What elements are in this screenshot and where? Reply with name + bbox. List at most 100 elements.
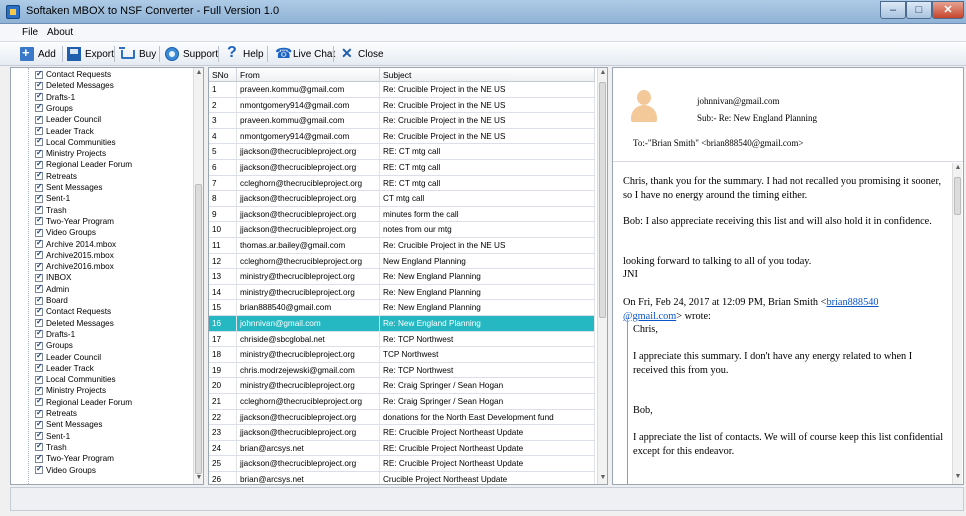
table-row[interactable]: 3 praveen.kommu@gmail.com Re: Crucible Pro… — [209, 113, 595, 129]
export-button[interactable]: Export — [64, 44, 117, 64]
table-row[interactable]: 26 brian@arcsys.net Crucible Project North… — [209, 472, 595, 484]
table-row[interactable]: 5 jjackson@thecrucibleproject.org RE: CT m… — [209, 144, 595, 160]
folder-item[interactable]: Deleted Messages — [35, 317, 114, 329]
folder-item[interactable]: Admin — [35, 283, 69, 295]
preview-scrollbar[interactable]: ▲ ▼ — [952, 163, 962, 484]
folder-item[interactable]: Ministry Projects — [35, 148, 106, 159]
header-sno[interactable]: SNo — [209, 68, 237, 82]
folder-checkbox[interactable] — [35, 362, 43, 373]
folder-checkbox[interactable] — [35, 317, 43, 328]
folder-item[interactable]: Retreats — [35, 170, 77, 182]
folder-item[interactable]: Sent Messages — [35, 182, 102, 193]
folder-checkbox[interactable] — [35, 182, 43, 192]
folder-item[interactable]: Two-Year Program — [35, 215, 114, 227]
help-button[interactable]: Help — [222, 44, 267, 64]
folder-checkbox[interactable] — [35, 159, 43, 169]
table-row[interactable]: 6 jjackson@thecrucibleproject.org RE: CT m… — [209, 160, 595, 176]
table-row[interactable]: 9 jjackson@thecrucibleproject.org minutes … — [209, 206, 595, 223]
table-row[interactable]: 20 ministry@thecrucibleproject.org Re: Cra… — [209, 378, 595, 394]
table-row[interactable]: 10 jjackson@thecrucibleproject.org notes f… — [209, 222, 595, 238]
folder-item[interactable]: Leader Council — [35, 114, 101, 125]
scroll-up-icon[interactable]: ▲ — [195, 69, 203, 77]
support-button[interactable]: Support — [162, 44, 221, 64]
folder-item[interactable]: Drafts-1 — [35, 328, 75, 340]
table-row[interactable]: 24 brian@arcsys.net RE: Crucible Project N… — [209, 440, 595, 457]
table-row[interactable]: 2 nmontgomery914@gmail.com Re: Crucible Pr… — [209, 97, 595, 114]
folder-item[interactable]: Contact Requests — [35, 69, 111, 80]
folder-item[interactable]: Archive 2014.mbox — [35, 238, 116, 250]
table-row[interactable]: 11 thomas.ar.bailey@gmail.com Re: Crucible… — [209, 238, 595, 254]
folder-item[interactable]: Sent-1 — [35, 430, 70, 442]
table-row[interactable]: 14 ministry@thecrucibleproject.org Re: New… — [209, 284, 595, 301]
folder-checkbox[interactable] — [35, 114, 43, 124]
folder-item[interactable]: Leader Track — [35, 125, 94, 137]
folder-item[interactable]: Contact Requests — [35, 306, 111, 317]
folder-item[interactable]: Two-Year Program — [35, 453, 114, 464]
folder-checkbox[interactable] — [35, 249, 43, 260]
folder-checkbox[interactable] — [35, 238, 43, 248]
folder-item[interactable]: Trash — [35, 204, 67, 216]
scroll-thumb[interactable] — [954, 177, 961, 215]
folder-checkbox[interactable] — [35, 80, 43, 90]
folder-checkbox[interactable] — [35, 453, 43, 463]
folder-checkbox[interactable] — [35, 148, 43, 158]
folder-item[interactable]: Archive2015.mbox — [35, 249, 114, 261]
table-row[interactable]: 22 jjackson@thecrucibleproject.org donatio… — [209, 409, 595, 426]
table-row[interactable]: 17 chriside@sbcglobal.net Re: TCP Northwes… — [209, 331, 595, 348]
scroll-down-icon[interactable]: ▼ — [954, 473, 962, 481]
folder-item[interactable]: Deleted Messages — [35, 80, 114, 91]
scroll-thumb[interactable] — [195, 184, 202, 474]
folder-item[interactable]: Drafts-1 — [35, 91, 75, 103]
folder-checkbox[interactable] — [35, 408, 43, 418]
folder-item[interactable]: Ministry Projects — [35, 385, 106, 396]
folder-checkbox[interactable] — [35, 419, 43, 429]
folder-checkbox[interactable] — [35, 295, 43, 305]
header-from[interactable]: From — [237, 68, 380, 82]
close-window-button[interactable]: ✕ — [932, 1, 964, 19]
table-row[interactable]: 18 ministry@thecrucibleproject.org TCP Nor… — [209, 347, 595, 363]
folder-item[interactable]: Retreats — [35, 408, 77, 419]
scroll-thumb[interactable] — [599, 82, 606, 318]
scroll-down-icon[interactable]: ▼ — [195, 474, 203, 482]
folder-item[interactable]: Leader Council — [35, 351, 101, 363]
scroll-up-icon[interactable]: ▲ — [954, 164, 962, 172]
table-row[interactable]: 13 ministry@thecrucibleproject.org Re: New… — [209, 269, 595, 285]
add-button[interactable]: Add — [17, 44, 59, 64]
folder-item[interactable]: Video Groups — [35, 227, 96, 238]
folder-item[interactable]: INBOX — [35, 272, 71, 283]
message-list-scrollbar[interactable]: ▲ ▼ — [597, 68, 607, 484]
folder-checkbox[interactable] — [35, 328, 43, 339]
folder-checkbox[interactable] — [35, 340, 43, 350]
folder-checkbox[interactable] — [35, 396, 43, 407]
table-row[interactable]: 1 praveen.kommu@gmail.com Re: Crucible Pro… — [209, 82, 595, 98]
minimize-button[interactable]: – — [880, 1, 906, 19]
folder-item[interactable]: Local Communities — [35, 374, 116, 385]
folder-checkbox[interactable] — [35, 441, 43, 452]
email-link[interactable]: brian888540 — [826, 297, 878, 308]
folder-checkbox[interactable] — [35, 125, 43, 135]
folder-item[interactable]: Sent-1 — [35, 193, 70, 204]
table-row[interactable]: 21 ccleghorn@thecrucibleproject.org Re: Cr… — [209, 394, 595, 410]
folder-item[interactable]: Board — [35, 295, 68, 306]
table-row[interactable]: 12 ccleghorn@thecrucibleproject.org New En… — [209, 253, 595, 270]
table-row[interactable]: 25 jjackson@thecrucibleproject.org RE: Cru… — [209, 456, 595, 472]
table-row[interactable]: 8 jjackson@thecrucibleproject.org CT mtg c… — [209, 191, 595, 207]
table-row[interactable]: 19 chris.modrzejewski@gmail.com Re: TCP No… — [209, 362, 595, 379]
folder-item[interactable]: Groups — [35, 102, 73, 114]
live-chat-button[interactable]: Live Chat — [272, 44, 338, 64]
folder-checkbox[interactable] — [35, 227, 43, 237]
folder-checkbox[interactable] — [35, 215, 43, 226]
folder-item[interactable]: Groups — [35, 340, 73, 351]
scroll-down-icon[interactable]: ▼ — [599, 474, 607, 482]
table-row[interactable]: 16 johnnivan@gmail.com Re: New England Pla… — [209, 316, 595, 332]
folder-item[interactable]: Trash — [35, 441, 67, 453]
table-row[interactable]: 23 jjackson@thecrucibleproject.org RE: Cru… — [209, 425, 595, 441]
folder-item[interactable]: Archive2016.mbox — [35, 261, 114, 272]
scroll-up-icon[interactable]: ▲ — [599, 69, 607, 77]
menu-about[interactable]: About — [47, 27, 73, 38]
folder-checkbox[interactable] — [35, 430, 43, 441]
table-row[interactable]: 7 ccleghorn@thecrucibleproject.org RE: CT … — [209, 175, 595, 192]
buy-button[interactable]: Buy — [118, 44, 159, 64]
folder-item[interactable]: Local Communities — [35, 136, 116, 148]
folder-tree-scrollbar[interactable]: ▲ ▼ — [193, 68, 203, 484]
